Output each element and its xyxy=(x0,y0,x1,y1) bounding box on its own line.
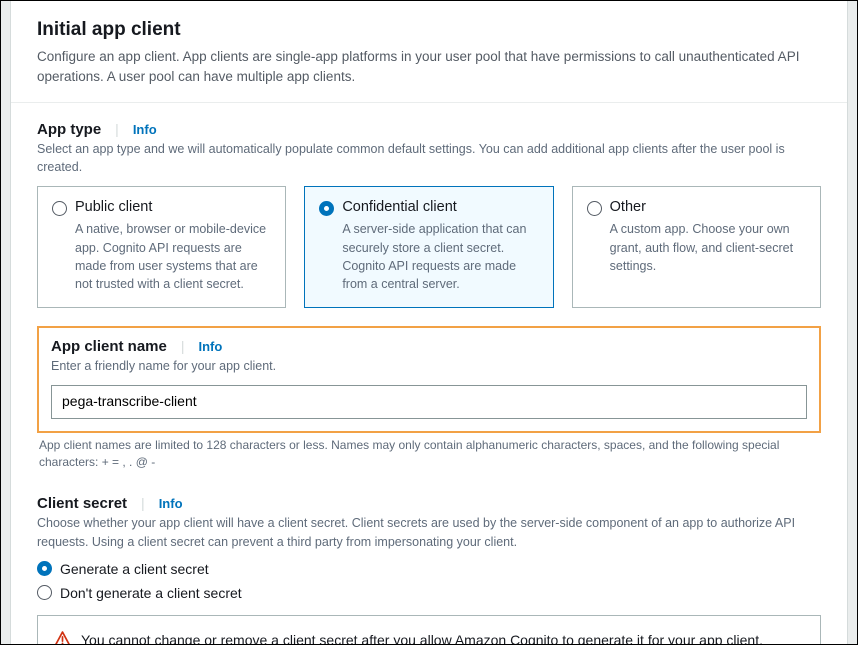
radio-icon xyxy=(37,585,52,600)
client-name-info-link[interactable]: Info xyxy=(199,339,223,354)
client-name-label: App client name xyxy=(51,338,167,355)
client-secret-info-link[interactable]: Info xyxy=(159,496,183,511)
warning-alert: You cannot change or remove a client sec… xyxy=(37,615,821,645)
app-type-info-link[interactable]: Info xyxy=(133,122,157,137)
client-name-hint: Enter a friendly name for your app clien… xyxy=(51,357,807,375)
radio-icon xyxy=(319,201,334,216)
warning-icon xyxy=(54,631,71,645)
app-type-hint: Select an app type and we will automatic… xyxy=(37,140,821,176)
tile-desc: A native, browser or mobile-device app. … xyxy=(75,220,271,293)
client-secret-hint: Choose whether your app client will have… xyxy=(37,514,821,550)
panel-header: Initial app client Configure an app clie… xyxy=(11,1,847,103)
radio-icon xyxy=(37,561,52,576)
alert-text: You cannot change or remove a client sec… xyxy=(81,630,763,645)
app-client-name-highlight: App client name | Info Enter a friendly … xyxy=(37,326,821,433)
radio-icon xyxy=(52,201,67,216)
tile-desc: A custom app. Choose your own grant, aut… xyxy=(610,220,806,274)
radio-dont-generate-secret[interactable]: Don't generate a client secret xyxy=(37,585,821,601)
radio-generate-secret[interactable]: Generate a client secret xyxy=(37,561,821,577)
page-title: Initial app client xyxy=(37,19,821,41)
app-type-tiles: Public client A native, browser or mobil… xyxy=(37,186,821,308)
page-description: Configure an app client. App clients are… xyxy=(37,47,821,86)
radio-icon xyxy=(587,201,602,216)
app-type-label: App type xyxy=(37,121,101,138)
tile-title: Confidential client xyxy=(342,199,456,215)
tile-title: Public client xyxy=(75,199,152,215)
radio-label: Generate a client secret xyxy=(60,561,209,577)
tile-other[interactable]: Other A custom app. Choose your own gran… xyxy=(572,186,821,308)
client-name-input[interactable] xyxy=(51,385,807,419)
client-secret-label: Client secret xyxy=(37,495,127,512)
left-gutter xyxy=(1,1,11,644)
tile-public-client[interactable]: Public client A native, browser or mobil… xyxy=(37,186,286,308)
tile-title: Other xyxy=(610,199,646,215)
tile-confidential-client[interactable]: Confidential client A server-side applic… xyxy=(304,186,553,308)
tile-desc: A server-side application that can secur… xyxy=(342,220,538,293)
radio-label: Don't generate a client secret xyxy=(60,585,242,601)
right-gutter xyxy=(847,1,857,644)
client-name-constraint: App client names are limited to 128 char… xyxy=(37,437,821,472)
